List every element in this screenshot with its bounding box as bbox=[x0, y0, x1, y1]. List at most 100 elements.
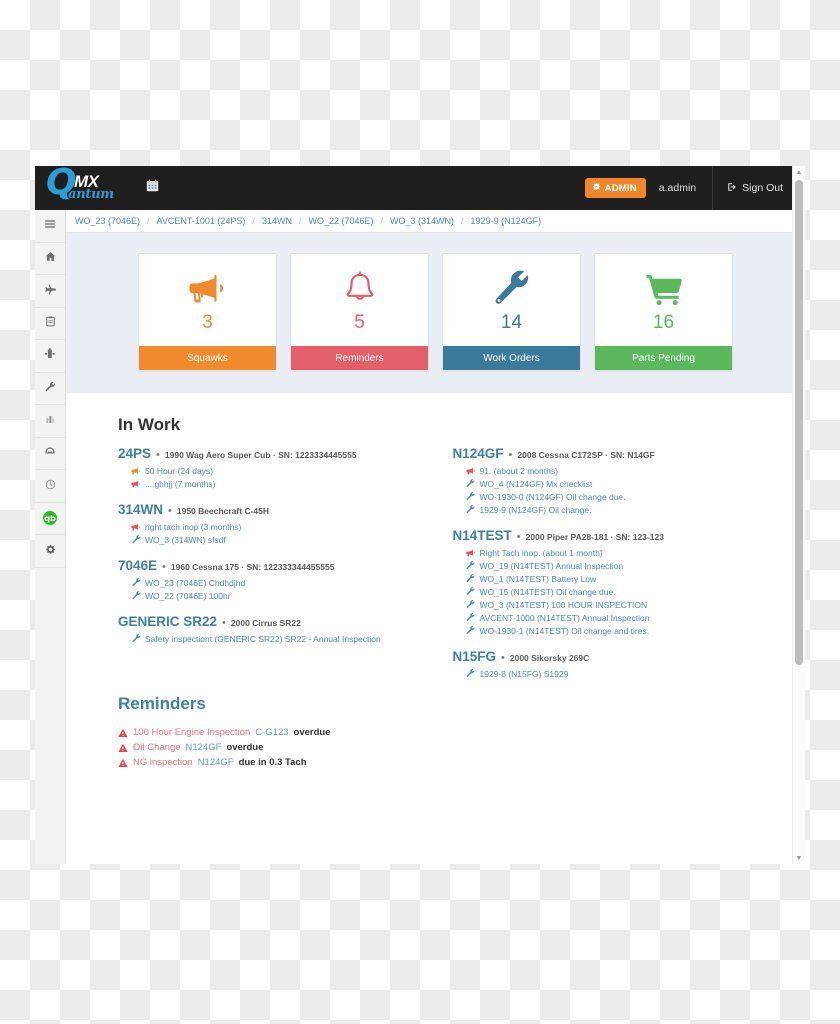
stat-card-parts-pending[interactable]: 16 Parts Pending bbox=[594, 253, 733, 371]
scrollbar-thumb[interactable] bbox=[795, 180, 803, 665]
breadcrumb-separator: / bbox=[147, 216, 150, 226]
breadcrumb: WO_23 (7046E) / AVCENT-1001 (24PS) / 314… bbox=[66, 210, 805, 233]
breadcrumb-item[interactable]: WO_23 (7046E) bbox=[75, 216, 140, 226]
bar-chart-icon bbox=[45, 412, 56, 430]
work-order-item[interactable]: WO_19 (N14TEST) Annual Inspection bbox=[453, 559, 788, 572]
squawk-item[interactable]: 50 Hour (24 days) bbox=[118, 464, 453, 477]
squawk-label: Right Tach inop. (about 1 month) bbox=[479, 547, 603, 558]
gear-icon bbox=[592, 182, 601, 194]
admin-button[interactable]: ADMIN bbox=[584, 178, 646, 198]
main-content: WO_23 (7046E) / AVCENT-1001 (24PS) / 314… bbox=[66, 210, 805, 864]
squawk-item[interactable]: right tach inop (3 months) bbox=[118, 520, 453, 533]
sign-out-button[interactable]: Sign Out bbox=[727, 182, 783, 195]
calendar-icon[interactable] bbox=[139, 179, 165, 197]
squawk-item[interactable]: Right Tach inop. (about 1 month) bbox=[453, 546, 788, 559]
stat-card-squawks[interactable]: 3 Squawks bbox=[138, 253, 277, 371]
aircraft-registration[interactable]: 24PS bbox=[118, 446, 151, 461]
work-order-item[interactable]: WO-1930-0 (N124GF) Oil change due. bbox=[453, 490, 788, 503]
sidebar-item-home[interactable] bbox=[35, 243, 65, 275]
work-order-item[interactable]: 1929-9 (N124GF) Oil change. bbox=[453, 503, 788, 516]
sidebar-item-logbook[interactable] bbox=[35, 308, 65, 340]
squawk-item[interactable]: 91. (about 2 months) bbox=[453, 464, 788, 477]
aircraft-header: 24PS • 1990 Wag Aero Super Cub · SN: 122… bbox=[118, 446, 453, 461]
warning-triangle-icon bbox=[118, 743, 128, 753]
aircraft-registration[interactable]: N15FG bbox=[453, 649, 497, 664]
scrollbar-down-arrow[interactable]: ▼ bbox=[793, 852, 805, 864]
admin-label: ADMIN bbox=[604, 182, 637, 194]
stat-card-reminders[interactable]: 5 Reminders bbox=[290, 253, 429, 371]
work-order-label: WO_1 (N14TEST) Battery Low bbox=[479, 573, 597, 584]
aircraft-registration[interactable]: GENERIC SR22 bbox=[118, 614, 217, 629]
work-order-item[interactable]: WO_3 (N14TEST) 100 HOUR INSPECTION bbox=[453, 598, 788, 611]
aircraft-group: 7046E • 1960 Cessna 175 · SN: 1223333444… bbox=[118, 558, 453, 602]
sidebar-item-maintenance[interactable] bbox=[35, 340, 65, 373]
work-order-label: WO-1930-0 (N124GF) Oil change due. bbox=[479, 491, 626, 502]
sidebar-item-menu[interactable] bbox=[35, 210, 65, 243]
vertical-scrollbar[interactable]: ▲ ▼ bbox=[792, 166, 805, 864]
wrench-icon bbox=[466, 669, 476, 679]
reminder-name: NG inspection bbox=[133, 757, 193, 768]
sidebar-item-settings[interactable] bbox=[35, 535, 65, 568]
work-order-label: WO_19 (N14TEST) Annual Inspection bbox=[479, 560, 624, 571]
reminder-item[interactable]: NG inspection N124GF due in 0.3 Tach bbox=[66, 755, 805, 770]
wrench-icon bbox=[493, 266, 531, 312]
scrollbar-up-arrow[interactable]: ▲ bbox=[793, 166, 805, 178]
work-order-label: WO_4 (N124GF) Mx checklist bbox=[479, 478, 593, 489]
wrench-icon bbox=[466, 492, 476, 502]
megaphone-icon bbox=[131, 522, 141, 532]
aircraft-header: N124GF • 2008 Cessna C172SP · SN: N14GF bbox=[453, 446, 788, 461]
reminders-title: Reminders bbox=[118, 694, 206, 713]
application-window: Q MX uantum ADMIN a.admin Sign Out qb WO… bbox=[35, 166, 805, 864]
reminder-item[interactable]: 100 Hour Engine Inspection C-G123 overdu… bbox=[66, 725, 805, 740]
username-label[interactable]: a.admin bbox=[659, 182, 696, 194]
aircraft-description: 1990 Wag Aero Super Cub · SN: 1223334445… bbox=[164, 450, 357, 460]
sidebar-item-time[interactable] bbox=[35, 470, 65, 503]
aircraft-registration[interactable]: 314WN bbox=[118, 502, 163, 517]
breadcrumb-item[interactable]: 1929-9 (N124GF) bbox=[471, 216, 542, 226]
work-order-item[interactable]: WO_22 (7046E) 100hr bbox=[118, 589, 453, 602]
megaphone-icon bbox=[465, 466, 476, 476]
in-work-title: In Work bbox=[118, 415, 181, 434]
work-order-item[interactable]: WO_1 (N14TEST) Battery Low bbox=[453, 572, 788, 585]
breadcrumb-item[interactable]: WO_3 (314WN) bbox=[390, 216, 454, 226]
wrench-icon bbox=[131, 578, 141, 588]
separator-dot: • bbox=[501, 652, 505, 664]
work-order-item[interactable]: Safety inspectiont (GENERIC SR22) SR22 -… bbox=[118, 632, 453, 645]
sidebar-item-aircraft[interactable] bbox=[35, 275, 65, 308]
aircraft-group: N14TEST • 2000 Piper PA28-181 · SN: 123-… bbox=[453, 528, 788, 637]
aircraft-registration[interactable]: N124GF bbox=[453, 446, 504, 461]
airplane-icon bbox=[44, 282, 56, 300]
in-work-section: In Work 24PS • 1990 Wag Aero Super Cub ·… bbox=[66, 393, 805, 680]
breadcrumb-item[interactable]: 314WN bbox=[262, 216, 292, 226]
aircraft-registration[interactable]: 7046E bbox=[118, 558, 157, 573]
work-order-item[interactable]: WO_3 (314WN) sfsdf bbox=[118, 533, 453, 546]
work-order-item[interactable]: AVCENT-1000 (N14TEST) Annual Inspection bbox=[453, 611, 788, 624]
sidebar-item-quickbooks[interactable]: qb bbox=[35, 503, 65, 535]
breadcrumb-item[interactable]: AVCENT-1001 (24PS) bbox=[157, 216, 246, 226]
wrench-icon bbox=[45, 379, 56, 397]
sidebar-item-reports[interactable] bbox=[35, 405, 65, 438]
squawk-item[interactable]: ....ghhjj (7 months) bbox=[118, 477, 453, 490]
brand-logo[interactable]: Q MX uantum bbox=[35, 166, 129, 210]
breadcrumb-separator: / bbox=[252, 216, 255, 226]
megaphone-icon bbox=[131, 466, 141, 476]
wrench-icon bbox=[466, 626, 476, 636]
aircraft-group: 24PS • 1990 Wag Aero Super Cub · SN: 122… bbox=[118, 446, 453, 490]
work-order-item[interactable]: WO_23 (7046E) Chdhdjhd bbox=[118, 576, 453, 589]
work-order-item[interactable]: 1929-8 (N15FG) S1929 bbox=[453, 667, 788, 680]
sidebar-item-dashboard[interactable] bbox=[35, 438, 65, 470]
wrench-icon bbox=[466, 479, 476, 489]
reminder-registration: N124GF bbox=[197, 757, 234, 768]
squawk-label: ....ghhjj (7 months) bbox=[145, 478, 216, 489]
stat-card-label: Parts Pending bbox=[595, 346, 732, 370]
work-order-item[interactable]: WO-1930-1 (N14TEST) Oil change and tires… bbox=[453, 624, 788, 637]
reminder-item[interactable]: Oil Change N124GF overdue bbox=[66, 740, 805, 755]
aircraft-registration[interactable]: N14TEST bbox=[453, 528, 512, 543]
stat-card-work-orders[interactable]: 14 Work Orders bbox=[442, 253, 581, 371]
separator-dot: • bbox=[156, 449, 160, 461]
work-order-item[interactable]: WO_15 (N14TEST) Oil change due. bbox=[453, 585, 788, 598]
sidebar-item-work-orders[interactable] bbox=[35, 373, 65, 405]
breadcrumb-item[interactable]: WO_22 (7046E) bbox=[308, 216, 373, 226]
cart-icon bbox=[644, 266, 684, 312]
work-order-item[interactable]: WO_4 (N124GF) Mx checklist bbox=[453, 477, 788, 490]
